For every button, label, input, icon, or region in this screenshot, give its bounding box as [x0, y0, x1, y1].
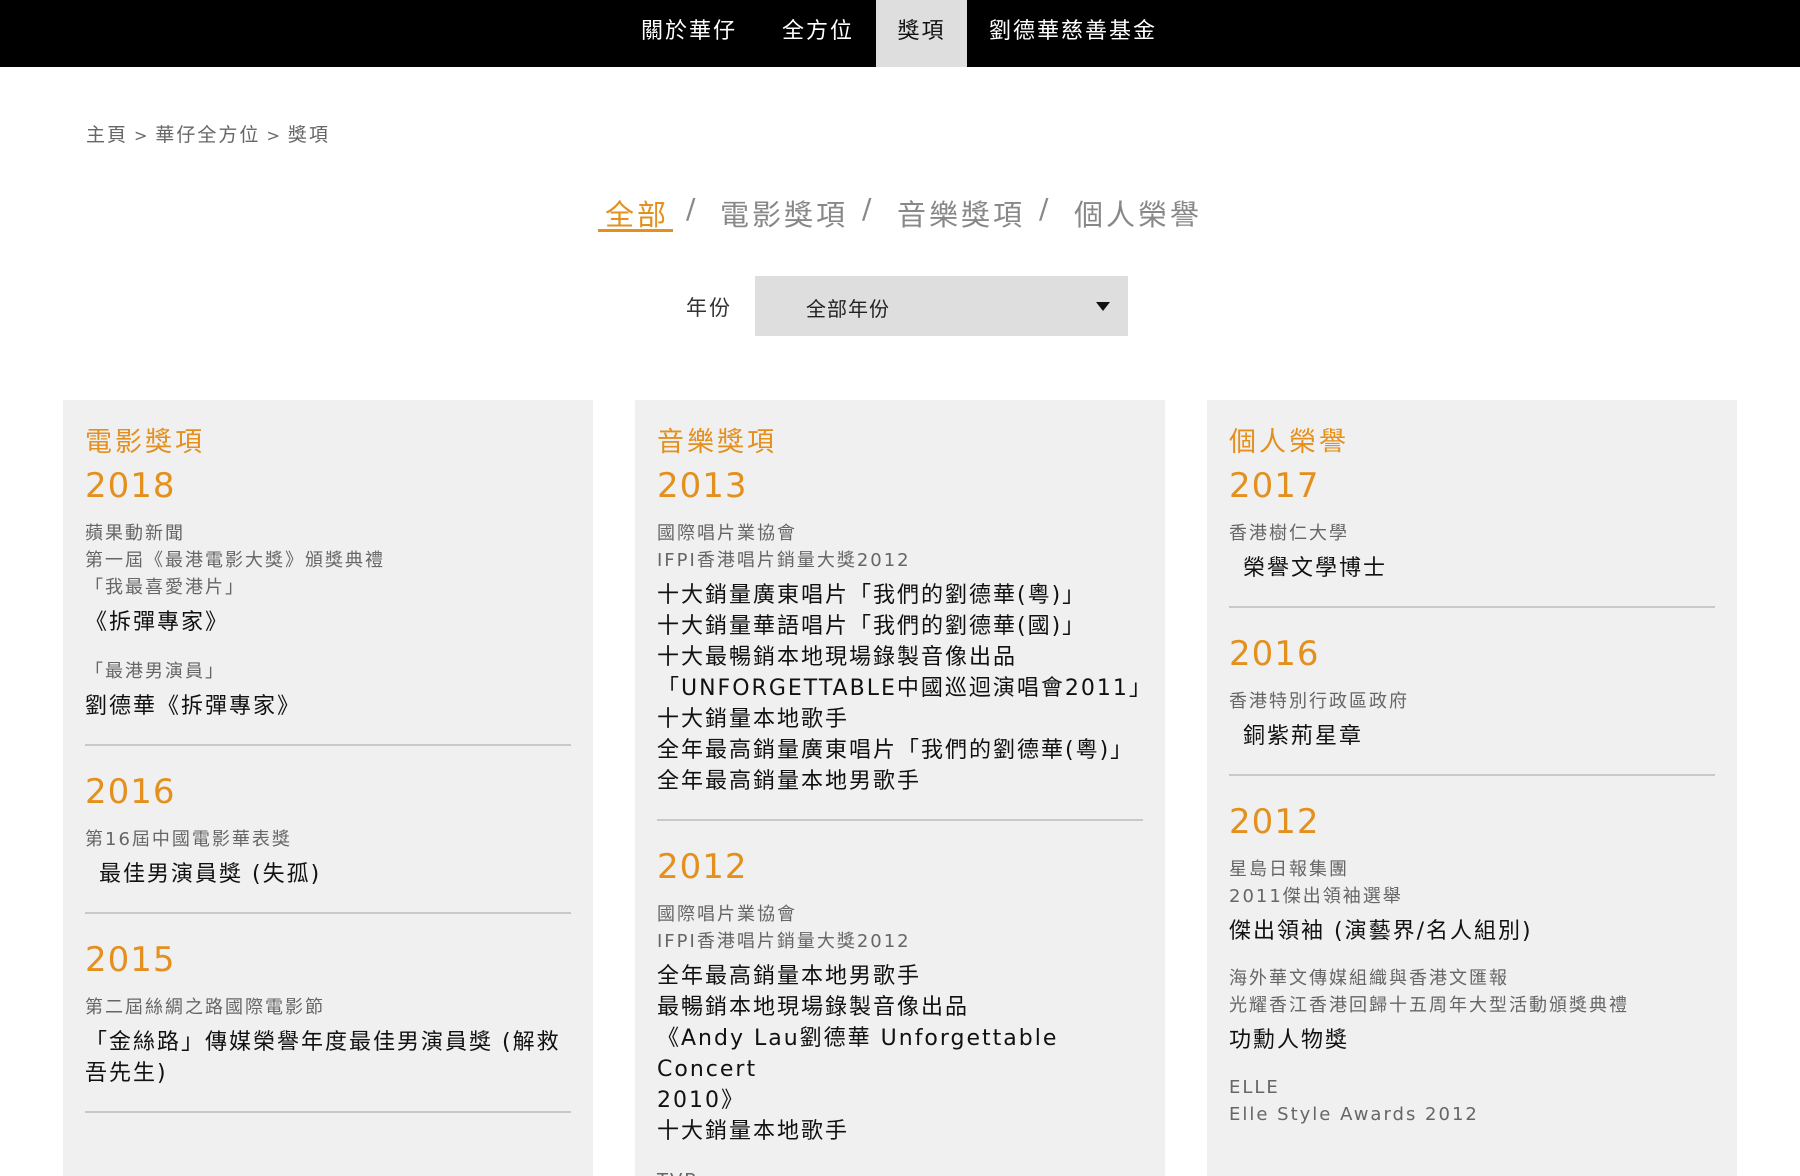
award-year: 2018 — [85, 466, 176, 506]
award-organizer: 星島日報集團 — [1229, 859, 1349, 880]
award-year: 2015 — [85, 940, 176, 980]
award-title: 《拆彈專家》 — [85, 610, 230, 635]
breadcrumb: 主頁 > 華仔全方位 > 獎項 — [86, 120, 330, 147]
year-select[interactable]: 全部年份 — [755, 276, 1128, 336]
award-title: 銅紫荊星章 — [1243, 724, 1364, 749]
tab-film-awards[interactable]: 電影獎項 — [720, 192, 848, 234]
award-year: 2016 — [85, 772, 176, 812]
column-title: 個人榮譽 — [1229, 427, 1349, 458]
year-filter-label: 年份 — [686, 296, 732, 320]
personal-honours-column: 個人榮譽 2017 香港樹仁大學 榮譽文學博士 2016 香港特別行政區政府 銅… — [1207, 400, 1737, 1176]
award-title: 劉德華《拆彈專家》 — [85, 694, 302, 719]
award-title: 全年最高銷量本地男歌手 — [657, 964, 922, 989]
year-divider — [1229, 606, 1715, 608]
award-year: 2016 — [1229, 634, 1320, 674]
award-organizer: 第二屆絲綢之路國際電影節 — [85, 997, 325, 1018]
award-organizer: 國際唱片業協會 — [657, 904, 797, 925]
award-title: 最暢銷本地現場錄製音像出品 — [657, 995, 970, 1020]
award-event: Elle Style Awards 2012 — [1229, 1104, 1479, 1125]
award-title: 傑出領袖 (演藝界/名人組別) — [1229, 919, 1533, 944]
award-organizer: 國際唱片業協會 — [657, 523, 797, 544]
award-title: 「金絲路」傳媒榮譽年度最佳男演員獎 (解救 — [85, 1030, 561, 1055]
tab-separator: / — [686, 192, 696, 225]
award-organizer: TVB — [657, 1167, 1143, 1176]
top-navigation: 關於華仔 全方位 獎項 劉德華慈善基金 — [0, 0, 1800, 67]
tab-separator: / — [1039, 192, 1049, 225]
award-category: 「我最喜愛港片」 — [85, 577, 245, 598]
award-title: 十大銷量本地歌手 — [657, 707, 850, 732]
nav-item-awards[interactable]: 獎項 — [876, 0, 967, 67]
award-title: 《Andy Lau劉德華 Unforgettable Concert — [657, 1026, 1059, 1082]
tab-personal-honours[interactable]: 個人榮譽 — [1074, 192, 1202, 234]
music-awards-column: 音樂獎項 2013 國際唱片業協會 IFPI香港唱片銷量大獎2012 十大銷量廣… — [635, 400, 1165, 1176]
award-title: 最佳男演員獎 (失孤) — [99, 862, 322, 887]
nav-item-about[interactable]: 關於華仔 — [626, 0, 752, 67]
year-select-value: 全部年份 — [806, 297, 890, 321]
tab-all[interactable]: 全部 — [605, 192, 669, 234]
breadcrumb-home[interactable]: 主頁 — [86, 124, 128, 146]
breadcrumb-all-round[interactable]: 華仔全方位 — [155, 124, 260, 146]
year-divider — [1229, 774, 1715, 776]
caret-down-icon — [1096, 302, 1110, 311]
award-organizer: ELLE — [1229, 1077, 1280, 1098]
film-awards-column: 電影獎項 2018 蘋果動新聞 第一屆《最港電影大獎》頒獎典禮 「我最喜愛港片」… — [63, 400, 593, 1176]
award-title-continued: 2010》 — [657, 1088, 745, 1113]
award-event: 第一屆《最港電影大獎》頒獎典禮 — [85, 550, 385, 571]
tab-music-awards[interactable]: 音樂獎項 — [897, 192, 1025, 234]
award-title: 十大銷量廣東唱片「我們的劉德華(粵)」 — [657, 583, 1087, 608]
year-divider — [85, 1111, 571, 1113]
year-divider — [657, 819, 1143, 821]
column-title: 音樂獎項 — [657, 427, 777, 458]
award-year: 2012 — [657, 847, 748, 887]
column-title: 電影獎項 — [85, 427, 205, 458]
year-divider — [85, 912, 571, 914]
award-event: IFPI香港唱片銷量大獎2012 — [657, 931, 911, 952]
award-event: IFPI香港唱片銷量大獎2012 — [657, 550, 911, 571]
active-tab-underline — [598, 229, 673, 232]
tab-separator: / — [862, 192, 872, 225]
award-title: 榮譽文學博士 — [1243, 556, 1388, 581]
nav-item-all-round[interactable]: 全方位 — [762, 0, 874, 67]
award-title: 十大最暢銷本地現場錄製音像出品 — [657, 645, 1018, 670]
award-organizer: 香港樹仁大學 — [1229, 523, 1349, 544]
award-title: 功勳人物獎 — [1229, 1028, 1350, 1053]
award-organizer: 蘋果動新聞 — [85, 523, 185, 544]
award-category: 「最港男演員」 — [85, 661, 225, 682]
award-event: 2011傑出領袖選舉 — [1229, 886, 1403, 907]
award-title: 十大銷量本地歌手 — [657, 1119, 850, 1144]
award-year: 2013 — [657, 466, 748, 506]
award-title: 全年最高銷量本地男歌手 — [657, 769, 922, 794]
breadcrumb-current: 獎項 — [287, 124, 330, 146]
award-event: 光耀香江香港回歸十五周年大型活動頒獎典禮 — [1229, 995, 1629, 1016]
year-divider — [85, 744, 571, 746]
nav-item-foundation[interactable]: 劉德華慈善基金 — [975, 0, 1171, 67]
award-year: 2012 — [1229, 802, 1320, 842]
category-filter: 全部 / 電影獎項 / 音樂獎項 / 個人榮譽 — [0, 192, 1800, 242]
breadcrumb-separator: > — [134, 126, 150, 145]
award-year: 2017 — [1229, 466, 1320, 506]
award-organizer: 香港特別行政區政府 — [1229, 691, 1409, 712]
award-title-continued: 吾先生) — [85, 1061, 168, 1086]
award-title: 十大銷量華語唱片「我們的劉德華(國)」 — [657, 614, 1087, 639]
breadcrumb-separator: > — [266, 126, 282, 145]
award-title: 「UNFORGETTABLE中國巡迴演唱會2011」 — [657, 676, 1153, 701]
award-title: 全年最高銷量廣東唱片「我們的劉德華(粵)」 — [657, 738, 1135, 763]
award-organizer: 海外華文傳媒組織與香港文匯報 — [1229, 968, 1509, 989]
award-organizer: 第16屆中國電影華表獎 — [85, 829, 292, 850]
